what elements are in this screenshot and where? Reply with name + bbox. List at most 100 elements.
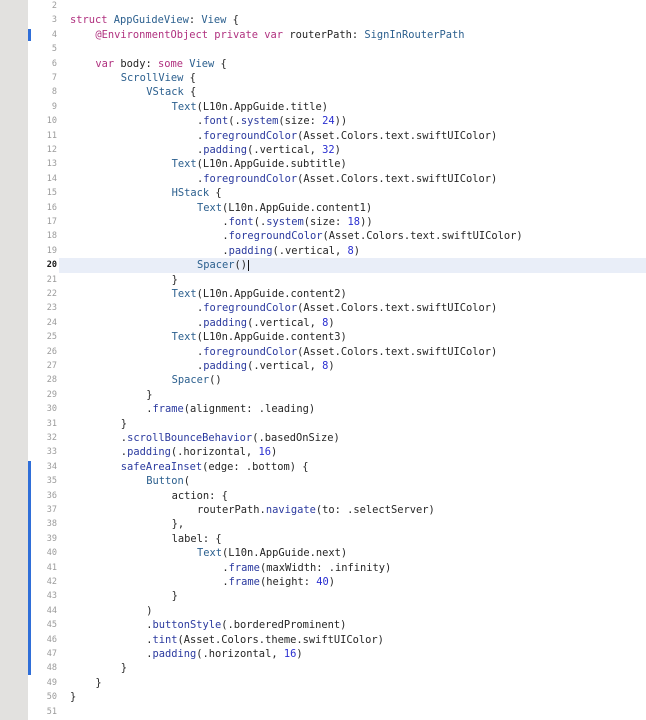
line-number: 38 [46,519,57,530]
code-token: () [209,374,222,387]
code-token: frame [152,403,184,416]
source-control-change-bar[interactable] [28,460,31,675]
code-line[interactable]: .foregroundColor(Asset.Colors.text.swift… [197,345,646,359]
code-line[interactable]: .padding(.vertical, 8) [197,316,646,330]
code-line[interactable]: .foregroundColor(Asset.Colors.text.swift… [222,229,646,243]
code-token: 32 [322,144,335,156]
code-token: (L10n.AppGuide.content2) [196,288,347,300]
code-line[interactable]: .tint(Asset.Colors.theme.swiftUIColor) [146,633,646,647]
code-line[interactable]: } [172,589,646,603]
code-token: Text [197,201,223,214]
code-line[interactable] [70,705,646,719]
source-control-change-bar[interactable] [28,28,31,42]
code-token: } [171,590,178,603]
code-line[interactable]: .font(.system(size: 18)) [222,215,646,229]
line-number: 2 [51,1,57,11]
code-token: frame [228,561,260,574]
code-token: { [214,57,227,70]
code-line[interactable]: Text(L10n.AppGuide.content3) [172,330,646,344]
code-token: routerPath. [197,504,266,516]
code-token: foregroundColor [203,172,298,185]
code-line[interactable]: Text(L10n.AppGuide.title) [172,100,646,114]
code-token: (size: [278,115,323,128]
code-token: SignInRouterPath [364,28,465,41]
code-token: ) [328,316,335,329]
code-line[interactable]: var body: some View { [95,57,646,71]
code-token: font [228,216,254,228]
code-line[interactable]: .buttonStyle(.borderedProminent) [146,618,646,632]
code-token: { [226,14,239,27]
code-line[interactable]: .padding(.horizontal, 16) [121,445,646,459]
code-line[interactable]: .padding(.horizontal, 16) [146,647,646,661]
code-token: (Asset.Colors.text.swiftUIColor) [297,129,498,142]
code-line[interactable]: label: { [172,532,646,546]
code-token: 16 [283,648,297,660]
code-token: 18 [347,216,361,228]
line-number: 23 [46,303,57,314]
code-line[interactable]: .frame(height: 40) [222,575,646,589]
code-line[interactable] [70,0,646,13]
code-line[interactable]: HStack { [172,186,646,200]
code-token: (.vertical, [272,244,348,257]
code-line[interactable]: }, [172,517,646,531]
code-line[interactable]: .foregroundColor(Asset.Colors.text.swift… [197,129,646,143]
code-line[interactable]: Text(L10n.AppGuide.next) [197,546,646,560]
line-number: 37 [46,505,57,515]
code-line[interactable] [70,42,646,56]
line-number: 48 [46,663,57,674]
code-line[interactable]: action: { [172,489,646,503]
code-line[interactable]: Spacer() [172,373,646,387]
code-token: } [171,273,178,286]
code-line[interactable]: } [172,273,646,287]
code-token: (.vertical, [247,360,323,372]
code-line[interactable]: } [121,417,646,431]
code-line[interactable]: Button( [146,474,646,488]
code-token: scrollBounceBehavior [127,432,253,444]
code-line[interactable]: struct AppGuideView: View { [70,13,646,27]
line-number: 29 [46,389,57,400]
code-token: (.horizontal, [196,648,284,660]
line-number: 42 [46,577,57,587]
code-line[interactable]: .padding(.vertical, 8) [222,244,646,258]
code-token: ) [353,244,361,257]
code-token: VStack [146,86,184,99]
code-line[interactable]: Text(L10n.AppGuide.content2) [172,287,646,301]
code-line[interactable]: VStack { [146,85,646,99]
code-line[interactable]: Text(L10n.AppGuide.content1) [197,201,646,215]
code-token: padding [127,446,171,459]
code-token: Button [146,475,184,488]
code-line[interactable]: .padding(.vertical, 32) [197,143,646,157]
code-line[interactable]: routerPath.navigate(to: .selectServer) [197,503,646,517]
code-token: (L10n.AppGuide.content1) [222,201,373,214]
code-token: { [183,72,196,84]
code-token: (Asset.Colors.theme.swiftUIColor) [177,633,384,646]
code-line[interactable]: } [121,661,646,675]
code-line[interactable]: ScrollView { [121,71,646,85]
code-line[interactable]: .padding(.vertical, 8) [197,359,646,373]
code-line[interactable]: } [95,676,646,690]
code-token: { [209,187,222,200]
line-number: 17 [46,217,57,227]
code-token: (Asset.Colors.text.swiftUIColor) [322,230,523,243]
code-line[interactable]: .scrollBounceBehavior(.basedOnSize) [121,431,646,445]
code-token: } [95,676,102,689]
code-line[interactable]: @EnvironmentObject private var routerPat… [95,28,646,42]
code-line[interactable]: ) [146,604,646,618]
code-token: (. [228,115,241,128]
code-editor[interactable]: 2 3 struct AppGuideView: View {4 @Environme… [0,0,646,720]
code-token: (height: [259,576,317,588]
code-line[interactable]: } [146,388,646,402]
code-line[interactable]: } [70,690,646,704]
code-line[interactable]: .foregroundColor(Asset.Colors.text.swift… [197,172,646,186]
code-line[interactable]: .font(.system(size: 24)) [197,114,646,128]
code-token: 40 [316,576,329,588]
code-line[interactable]: .foregroundColor(Asset.Colors.text.swift… [197,301,646,315]
code-line[interactable]: Text(L10n.AppGuide.subtitle) [172,157,646,171]
line-number: 14 [46,173,57,184]
code-token: routerPath: [289,28,365,41]
code-line[interactable]: .frame(maxWidth: .infinity) [222,561,646,575]
code-line[interactable]: safeAreaInset(edge: .bottom) { [121,460,646,474]
code-line[interactable]: Spacer() [197,258,646,272]
code-line[interactable]: .frame(alignment: .leading) [146,402,646,416]
line-number: 34 [46,461,57,472]
